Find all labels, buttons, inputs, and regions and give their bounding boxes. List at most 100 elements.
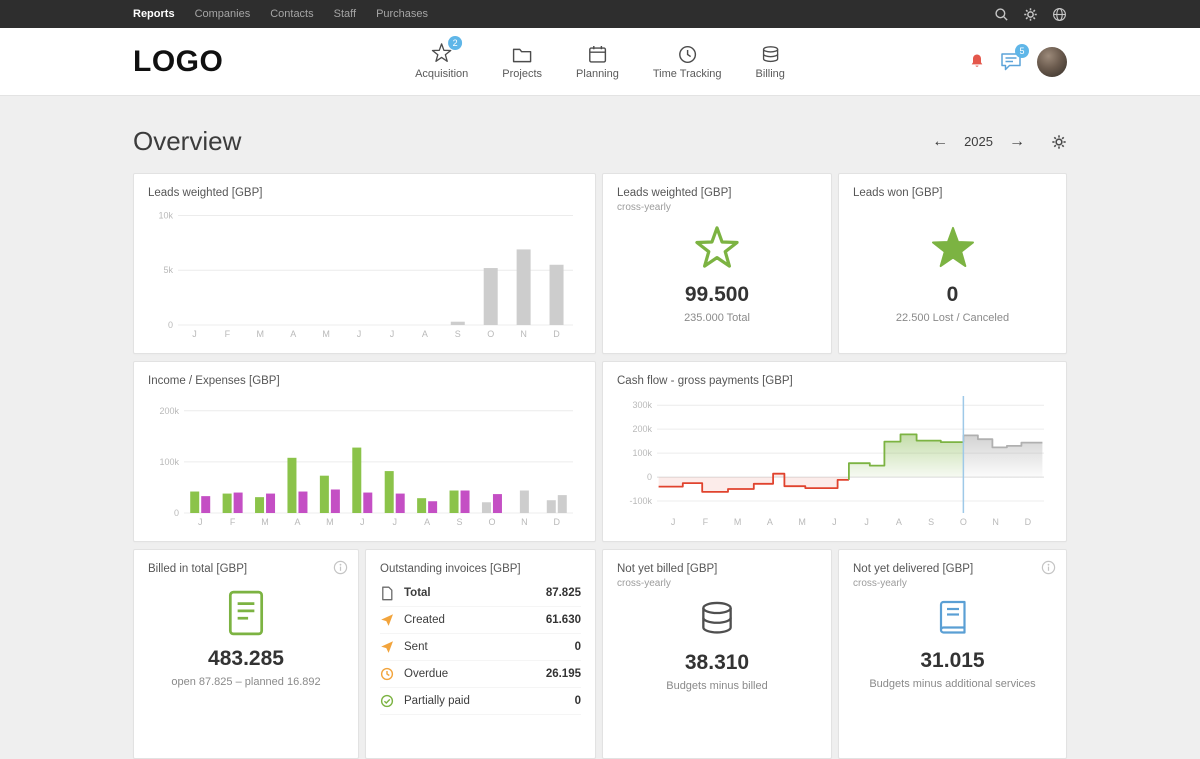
svg-text:M: M xyxy=(261,517,269,527)
card-title: Outstanding invoices [GBP] xyxy=(380,563,521,575)
svg-text:J: J xyxy=(392,517,397,527)
card-not-yet-billed: Not yet billed [GBP] cross-yearly 38.310… xyxy=(602,549,832,759)
svg-text:F: F xyxy=(230,517,236,527)
nav-item-planning[interactable]: Planning xyxy=(576,43,619,80)
send-icon xyxy=(380,640,395,654)
svg-text:S: S xyxy=(928,517,934,527)
svg-text:M: M xyxy=(326,517,334,527)
card-cashflow: Cash flow - gross payments [GBP] -100k 0 1… xyxy=(602,361,1067,542)
billing-stack-icon xyxy=(761,43,780,64)
list-item-overdue: Overdue 26.195 xyxy=(380,661,581,688)
avatar[interactable] xyxy=(1037,46,1067,77)
income-expenses-bar-chart: 0 100k 200k J F M A M J J A S O N D xyxy=(148,390,581,529)
next-year-button[interactable]: → xyxy=(1009,133,1025,150)
card-title: Billed in total [GBP] xyxy=(148,563,248,575)
topbar-item-reports[interactable]: Reports xyxy=(133,8,175,20)
bell-icon[interactable] xyxy=(969,53,985,70)
card-title: Cash flow - gross payments [GBP] xyxy=(617,375,793,387)
svg-text:D: D xyxy=(1025,517,1032,527)
gear-icon[interactable] xyxy=(1023,7,1038,22)
card-title: Not yet billed [GBP] xyxy=(617,563,718,575)
svg-text:J: J xyxy=(198,517,203,527)
card-income-expenses: Income / Expenses [GBP] 0 100k 200k J F M A M J J… xyxy=(133,361,596,542)
book-icon xyxy=(933,598,973,638)
svg-text:5k: 5k xyxy=(163,265,173,275)
year-nav: ← 2025 → xyxy=(932,133,1067,150)
nav-label: Acquisition xyxy=(415,68,469,80)
svg-text:M: M xyxy=(322,329,330,339)
chat-badge: 5 xyxy=(1015,44,1029,58)
info-icon[interactable] xyxy=(333,560,348,575)
svg-text:F: F xyxy=(225,329,231,339)
star-icon: 2 xyxy=(431,36,463,64)
year-label: 2025 xyxy=(964,134,993,149)
list-item-total: Total 87.825 xyxy=(380,580,581,607)
svg-text:O: O xyxy=(488,517,495,527)
not-yet-billed-value: 38.310 xyxy=(684,651,750,674)
topbar-item-contacts[interactable]: Contacts xyxy=(270,8,313,20)
list-item-partially-paid: Partially paid 0 xyxy=(380,688,581,715)
page-title: Overview xyxy=(133,126,242,156)
topbar: Reports Companies Contacts Staff Purchas… xyxy=(0,0,1200,28)
card-outstanding-invoices: Outstanding invoices [GBP] Total 87.825 … xyxy=(365,549,596,759)
svg-text:100k: 100k xyxy=(159,457,179,467)
search-icon[interactable] xyxy=(994,7,1009,22)
dashboard-settings-icon[interactable] xyxy=(1051,134,1067,150)
acquisition-badge: 2 xyxy=(448,36,463,50)
invoice-list: Total 87.825 Created 61.630 Sent 0 Overd… xyxy=(380,580,581,715)
card-subtitle: cross-yearly xyxy=(853,578,907,589)
svg-text:300k: 300k xyxy=(632,400,652,410)
card-subtitle: cross-yearly xyxy=(617,202,671,213)
billed-total-detail: open 87.825 – planned 16.892 xyxy=(171,676,321,688)
leads-lost-label: 22.500 Lost / Canceled xyxy=(895,312,1010,324)
svg-text:J: J xyxy=(832,517,837,527)
nav-item-acquisition[interactable]: 2 Acquisition xyxy=(415,36,469,80)
folder-icon xyxy=(512,43,532,64)
svg-text:M: M xyxy=(734,517,742,527)
coins-stack-icon xyxy=(696,598,738,640)
prev-year-button[interactable]: ← xyxy=(932,133,948,150)
nav-label: Billing xyxy=(755,68,785,80)
star-filled-icon xyxy=(930,226,976,272)
svg-text:O: O xyxy=(487,329,494,339)
header-nav: 2 Acquisition Projects Planning Time Tra… xyxy=(415,36,785,80)
nav-item-billing[interactable]: Billing xyxy=(756,43,785,80)
calendar-icon xyxy=(588,43,607,64)
svg-text:N: N xyxy=(992,517,999,527)
svg-text:A: A xyxy=(767,517,773,527)
svg-text:100k: 100k xyxy=(632,448,652,458)
svg-text:D: D xyxy=(554,517,561,527)
card-title: Not yet delivered [GBP] xyxy=(853,563,974,575)
nav-label: Projects xyxy=(502,68,543,80)
svg-text:N: N xyxy=(520,329,527,339)
document-icon xyxy=(227,590,265,636)
topbar-item-staff[interactable]: Staff xyxy=(334,8,356,20)
svg-text:J: J xyxy=(360,517,365,527)
not-yet-delivered-detail: Budgets minus additional services xyxy=(869,678,1036,690)
svg-text:A: A xyxy=(290,329,296,339)
card-title: Leads weighted [GBP] xyxy=(617,187,732,199)
logo[interactable]: LOGO xyxy=(133,45,223,79)
list-item-sent: Sent 0 xyxy=(380,634,581,661)
svg-text:A: A xyxy=(896,517,902,527)
svg-text:A: A xyxy=(424,517,430,527)
nav-label: Planning xyxy=(576,68,619,80)
cashflow-step-chart: -100k 0 100k 200k 300k J F M A M J J A S O N D xyxy=(617,390,1052,529)
chat-icon[interactable]: 5 xyxy=(1000,44,1029,71)
nav-item-projects[interactable]: Projects xyxy=(502,43,542,80)
topbar-item-companies[interactable]: Companies xyxy=(195,8,251,20)
svg-text:200k: 200k xyxy=(632,424,652,434)
leads-won-value: 0 xyxy=(946,283,959,306)
nav-item-time-tracking[interactable]: Time Tracking xyxy=(653,43,722,80)
info-icon[interactable] xyxy=(1041,560,1056,575)
not-yet-delivered-value: 31.015 xyxy=(920,649,985,672)
card-subtitle: cross-yearly xyxy=(617,578,671,589)
card-billed-in-total: Billed in total [GBP] 483.285 open 87.82… xyxy=(133,549,359,759)
globe-icon[interactable] xyxy=(1052,7,1067,22)
svg-text:200k: 200k xyxy=(159,406,179,416)
document-icon xyxy=(380,586,395,601)
svg-text:J: J xyxy=(390,329,395,339)
svg-text:0: 0 xyxy=(647,472,652,482)
topbar-item-purchases[interactable]: Purchases xyxy=(376,8,428,20)
svg-text:D: D xyxy=(553,329,560,339)
